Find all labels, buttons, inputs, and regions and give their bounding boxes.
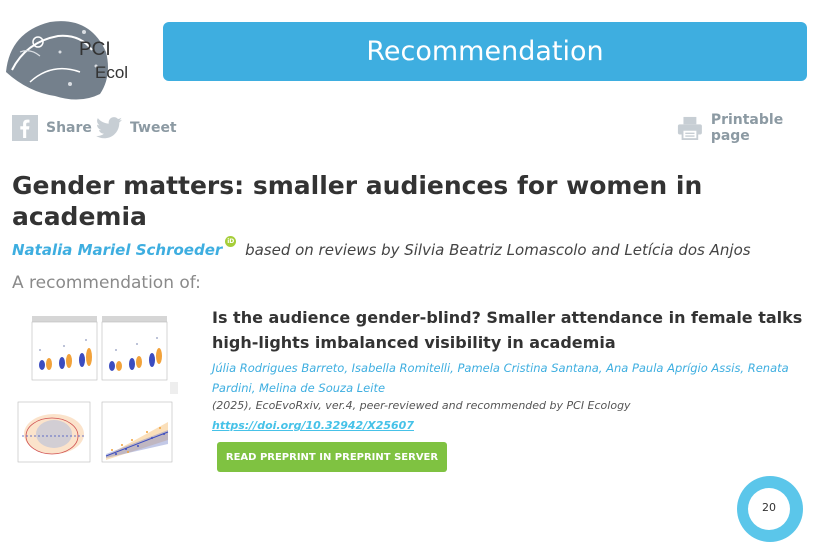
twitter-icon (96, 117, 122, 139)
reviewers-text: based on reviews by Silvia Beatriz Lomas… (245, 241, 751, 259)
preprint-citation-meta: (2025), EcoEvoRxiv, ver.4, peer-reviewed… (212, 399, 631, 412)
printable-page-button[interactable]: Printable page (677, 112, 818, 144)
read-preprint-button[interactable]: READ PREPRINT IN PREPRINT SERVER (217, 442, 447, 472)
facebook-icon (12, 115, 38, 141)
recommender-link[interactable]: Natalia Mariel Schroeder (12, 241, 222, 259)
facebook-share-button[interactable]: Share (12, 114, 92, 142)
printer-icon (677, 116, 702, 140)
orcid-icon[interactable]: iD (225, 236, 237, 247)
pci-ecology-logo[interactable]: PCI Ecol (0, 12, 140, 100)
byline: Natalia Mariel Schroeder iD based on revi… (12, 236, 751, 260)
logo-text-pci: PCI (79, 39, 111, 60)
printable-page-label: Printable page (710, 112, 784, 144)
preprint-doi-link[interactable]: https://doi.org/10.32942/X25607 (212, 419, 414, 432)
preprint-thumbnail[interactable] (12, 310, 180, 476)
logo-text-ecol: Ecol (95, 63, 128, 82)
share-bar: Share Tweet Printable page (12, 112, 818, 144)
preprint-title-link[interactable]: Is the audience gender-blind? Smaller at… (212, 305, 816, 355)
twitter-tweet-button[interactable]: Tweet (96, 114, 177, 142)
preprint-authors: Júlia Rodrigues Barreto, Isabella Romite… (212, 361, 789, 395)
recommendation-banner: Recommendation (163, 22, 807, 81)
altmetric-badge[interactable]: 20 (737, 476, 803, 542)
twitter-tweet-label: Tweet (130, 120, 177, 136)
recommendation-title: Gender matters: smaller audiences for wo… (12, 171, 703, 231)
recommendation-of-label: A recommendation of: (12, 273, 201, 293)
badge-count: 20 (748, 488, 790, 530)
facebook-share-label: Share (46, 120, 92, 136)
preprint-figure-image (12, 310, 180, 476)
logo-graphic: PCI Ecol (6, 21, 128, 100)
